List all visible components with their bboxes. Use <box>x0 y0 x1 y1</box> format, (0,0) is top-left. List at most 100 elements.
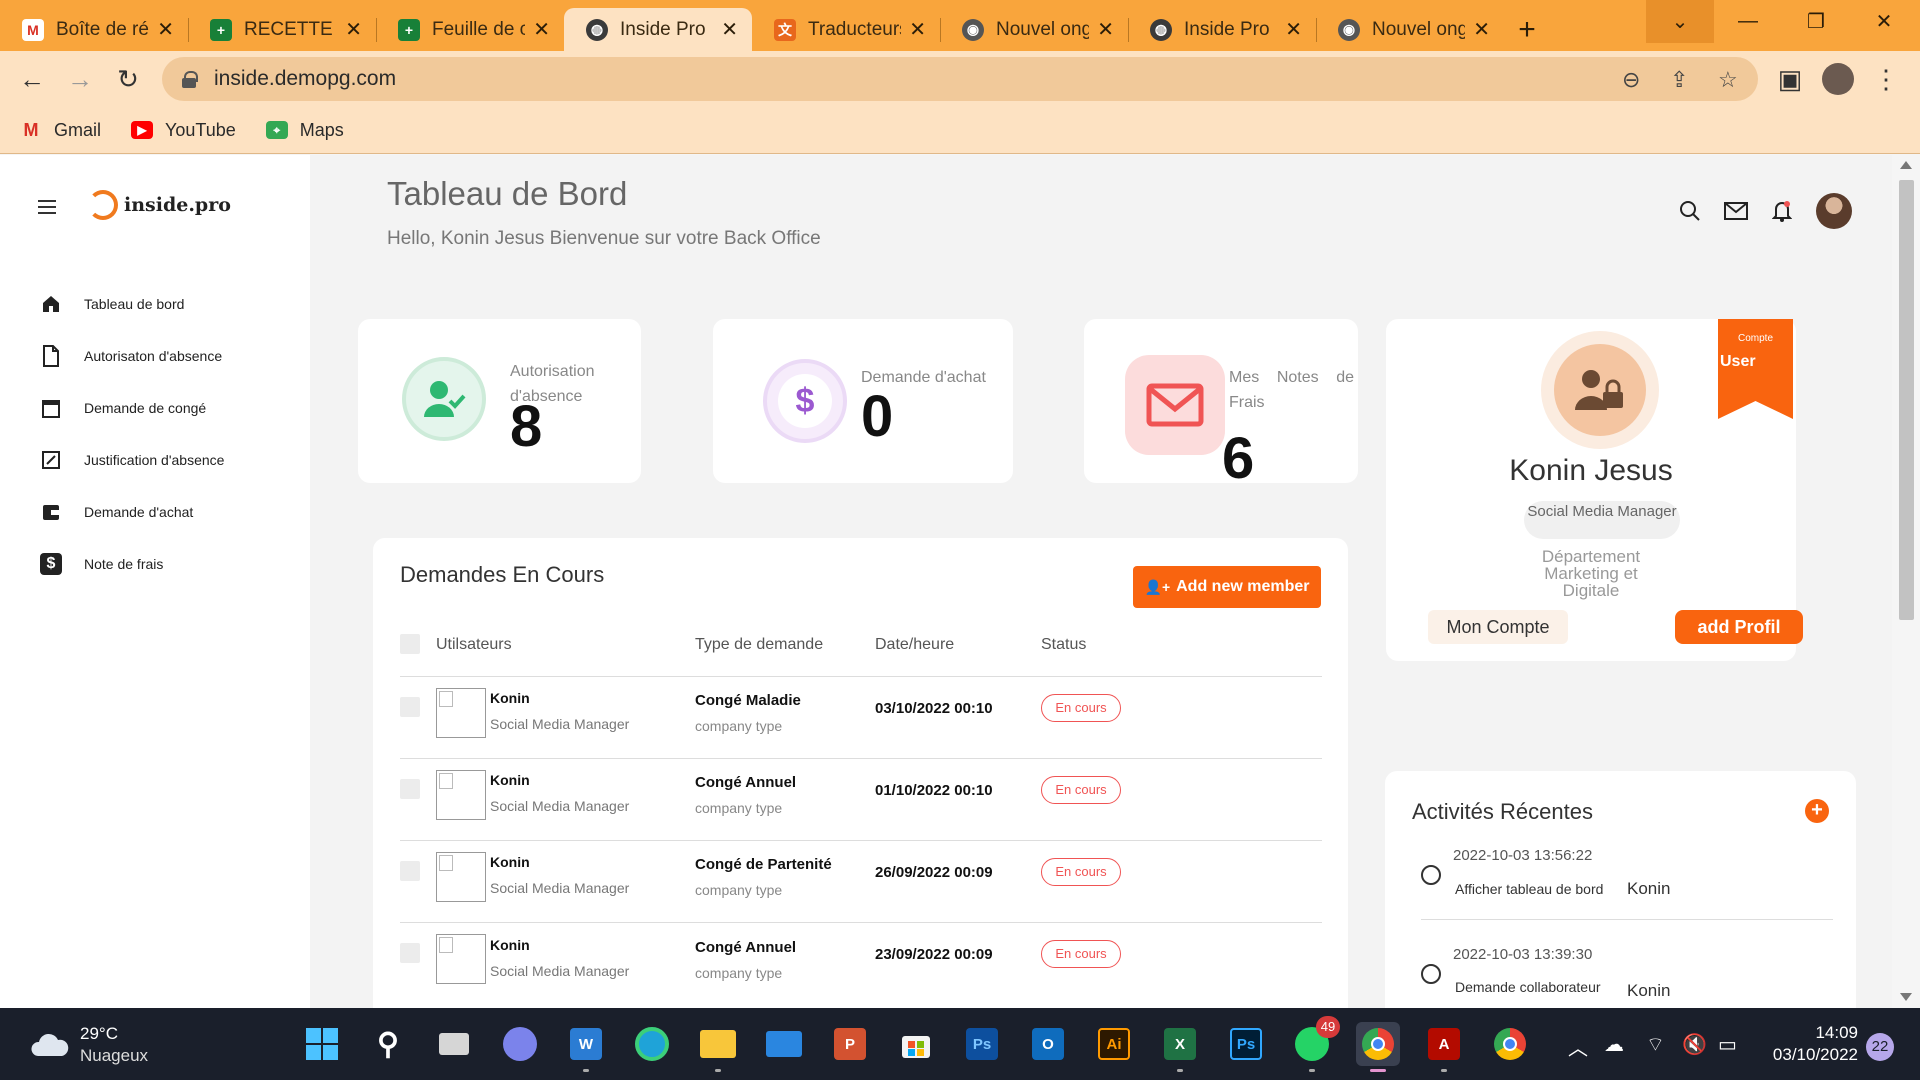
stat-card-achat[interactable]: $ Demande d'achat 0 <box>713 319 1013 483</box>
file-explorer-icon[interactable] <box>696 1022 740 1072</box>
show-hidden-icons-chevron[interactable]: ︿ <box>1568 1032 1588 1061</box>
close-tab-icon[interactable]: ✕ <box>157 17 174 42</box>
weather-widget[interactable]: 29°C Nuageux <box>30 1023 148 1067</box>
minimize-window-button[interactable]: — <box>1714 0 1782 43</box>
chrome-taskbar-icon-2[interactable] <box>1488 1022 1532 1066</box>
row-checkbox[interactable] <box>400 697 420 717</box>
stat-value-absence: 8 <box>510 394 543 459</box>
browser-tab[interactable]: ◍ Inside Pro ✕ <box>1128 8 1316 51</box>
close-window-button[interactable]: ✕ <box>1850 0 1918 43</box>
mail-icon[interactable] <box>1720 195 1752 227</box>
more-menu-icon[interactable]: ⋮ <box>1862 55 1910 103</box>
side-panel-icon[interactable]: ▣ <box>1766 55 1814 103</box>
column-header-users[interactable]: Utilsateurs <box>436 636 512 654</box>
teams-chat-icon[interactable] <box>498 1022 542 1066</box>
reload-button[interactable]: ↻ <box>104 55 152 103</box>
photoshop-express-icon[interactable]: Ps <box>960 1022 1004 1066</box>
whatsapp-icon[interactable]: 49 <box>1290 1016 1340 1072</box>
running-indicator <box>583 1069 589 1072</box>
excel-icon[interactable]: X <box>1158 1022 1202 1072</box>
add-member-button[interactable]: 👤+ Add new member <box>1133 566 1321 608</box>
bell-icon[interactable] <box>1766 195 1798 227</box>
scrollbar-thumb[interactable] <box>1899 180 1914 620</box>
tab-search-chevron-icon[interactable]: ⌄ <box>1646 0 1714 43</box>
illustrator-icon[interactable]: Ai <box>1092 1022 1136 1066</box>
stat-card-absence[interactable]: Autorisation d'absence 8 <box>358 319 641 483</box>
browser-tab[interactable]: ◉ Nouvel ong ✕ <box>1316 8 1504 51</box>
back-button[interactable]: ← <box>8 55 56 103</box>
select-all-checkbox[interactable] <box>400 634 420 654</box>
address-bar[interactable]: inside.demopg.com ⊖ ⇪ ☆ <box>162 57 1758 101</box>
share-icon[interactable]: ⇪ <box>1670 67 1688 93</box>
row-checkbox[interactable] <box>400 779 420 799</box>
close-tab-icon[interactable]: ✕ <box>721 17 738 42</box>
add-activity-button[interactable]: + <box>1805 799 1829 823</box>
row-checkbox[interactable] <box>400 861 420 881</box>
close-tab-icon[interactable]: ✕ <box>1097 17 1114 42</box>
forward-button[interactable]: → <box>56 55 104 103</box>
browser-tab[interactable]: + RECETTE IN ✕ <box>188 8 376 51</box>
close-tab-icon[interactable]: ✕ <box>909 17 926 42</box>
sidebar-item-justification-absence[interactable]: Justification d'absence <box>0 434 310 486</box>
sidebar-item-note-de-frais[interactable]: $ Note de frais <box>0 538 310 590</box>
edge-icon[interactable] <box>630 1022 674 1066</box>
close-tab-icon[interactable]: ✕ <box>1285 17 1302 42</box>
acrobat-icon[interactable]: A <box>1422 1022 1466 1072</box>
task-view-icon[interactable] <box>432 1022 476 1066</box>
column-header-date[interactable]: Date/heure <box>875 636 954 654</box>
browser-tab[interactable]: M Boîte de réc ✕ <box>0 8 188 51</box>
row-user: Konin <box>490 772 530 788</box>
home-icon <box>40 293 62 315</box>
sidebar-item-autorisation-absence[interactable]: Autorisaton d'absence <box>0 330 310 382</box>
user-avatar[interactable] <box>1816 193 1852 229</box>
zoom-icon[interactable]: ⊖ <box>1622 67 1640 93</box>
scroll-up-icon[interactable] <box>1900 161 1912 169</box>
wifi-icon[interactable]: ⌔ <box>1646 1032 1665 1057</box>
bookmark-youtube[interactable]: ▶ YouTube <box>131 120 236 141</box>
onedrive-cloud-icon[interactable]: ☁ <box>1604 1032 1624 1057</box>
close-tab-icon[interactable]: ✕ <box>533 17 550 42</box>
store-icon[interactable] <box>894 1022 938 1066</box>
page-scrollbar[interactable] <box>1892 155 1920 1008</box>
profile-avatar[interactable] <box>1822 63 1854 95</box>
browser-tab[interactable]: ◉ Nouvel ong ✕ <box>940 8 1128 51</box>
user-lock-icon <box>1541 331 1659 449</box>
close-tab-icon[interactable]: ✕ <box>1473 17 1490 42</box>
stat-card-frais[interactable]: Mes Notes de Frais 6 <box>1084 319 1358 491</box>
photoshop-icon[interactable]: Ps <box>1224 1022 1268 1066</box>
word-icon[interactable]: W <box>564 1022 608 1072</box>
battery-icon[interactable]: ▭ <box>1718 1032 1737 1057</box>
browser-tab[interactable]: + Feuille de c ✕ <box>376 8 564 51</box>
system-clock[interactable]: 14:09 03/10/2022 <box>1758 1022 1858 1066</box>
sidebar: inside.pro Tableau de bord Autorisaton d… <box>0 155 310 1008</box>
add-profil-button[interactable]: add Profil <box>1675 610 1803 644</box>
browser-tab[interactable]: 文 Traducteurs ✕ <box>752 8 940 51</box>
column-header-status[interactable]: Status <box>1041 636 1086 654</box>
outlook-icon[interactable]: O <box>1026 1022 1070 1066</box>
bookmark-star-icon[interactable]: ☆ <box>1718 67 1738 93</box>
restore-window-button[interactable]: ❐ <box>1782 0 1850 43</box>
scroll-down-icon[interactable] <box>1900 993 1912 1001</box>
bookmark-gmail[interactable]: M Gmail <box>20 120 102 141</box>
search-taskbar-icon[interactable]: ⚲ <box>366 1022 410 1066</box>
row-checkbox[interactable] <box>400 943 420 963</box>
hamburger-menu-icon[interactable] <box>38 200 56 214</box>
app-logo[interactable]: inside.pro <box>88 190 231 220</box>
volume-muted-icon[interactable]: 🔇 <box>1682 1032 1707 1057</box>
close-tab-icon[interactable]: ✕ <box>345 17 362 42</box>
bookmarks-bar: M Gmail ▶ YouTube ⌖ Maps <box>0 107 1920 154</box>
search-icon[interactable] <box>1674 195 1706 227</box>
browser-tab-active[interactable]: ◍ Inside Pro ✕ <box>564 8 752 51</box>
mon-compte-button[interactable]: Mon Compte <box>1428 610 1568 644</box>
powerpoint-icon[interactable]: P <box>828 1022 872 1066</box>
sidebar-item-demande-achat[interactable]: Demande d'achat <box>0 486 310 538</box>
sidebar-item-tableau-de-bord[interactable]: Tableau de bord <box>0 278 310 330</box>
mail-app-icon[interactable] <box>762 1022 806 1066</box>
start-button[interactable] <box>300 1022 344 1066</box>
chrome-taskbar-icon[interactable] <box>1356 1022 1400 1072</box>
column-header-type[interactable]: Type de demande <box>695 636 823 654</box>
sidebar-item-demande-conge[interactable]: Demande de congé <box>0 382 310 434</box>
notification-center-badge[interactable]: 22 <box>1866 1033 1894 1061</box>
bookmark-maps[interactable]: ⌖ Maps <box>265 120 344 141</box>
new-tab-button[interactable]: + <box>1504 8 1550 51</box>
